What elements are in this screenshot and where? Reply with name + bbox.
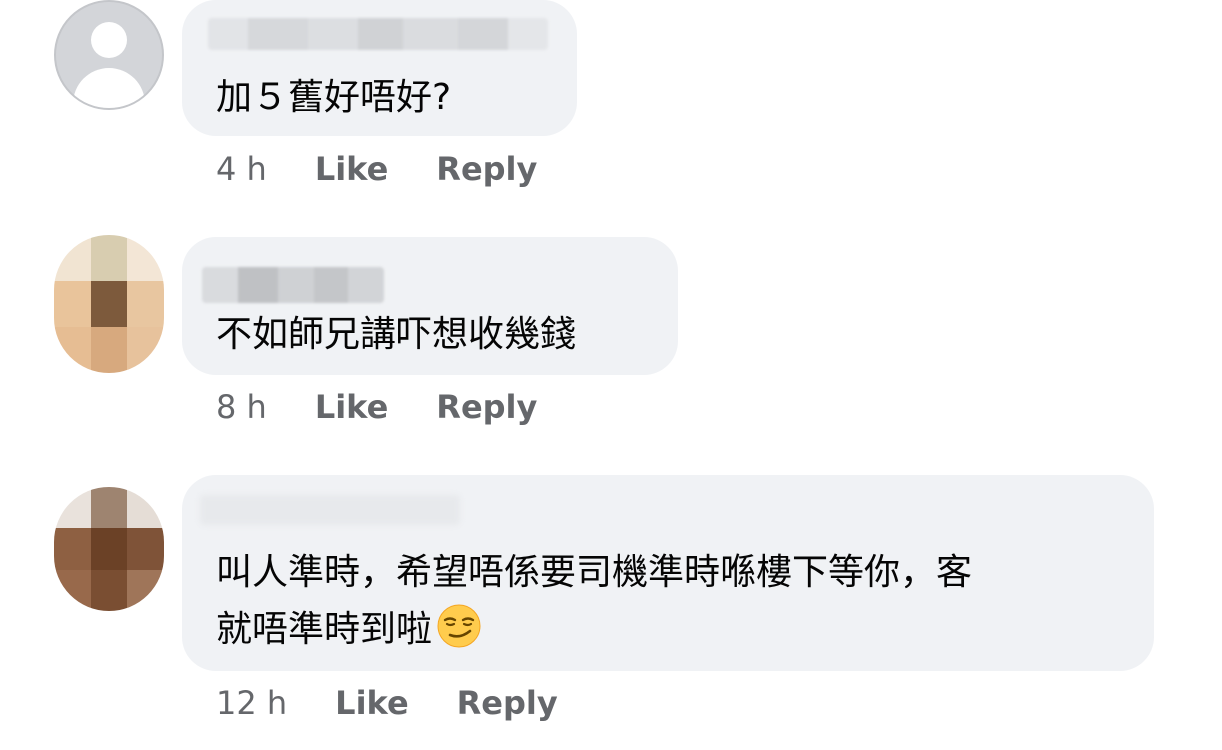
comment-text-line: 就唔準時到啦	[216, 603, 482, 656]
comment-actions: 12 h Like Reply	[216, 684, 606, 722]
like-button[interactable]: Like	[315, 388, 388, 426]
comment-actions: 4 h Like Reply	[216, 150, 585, 188]
comment-bubble: 加５舊好唔好?	[182, 0, 577, 136]
pixelated-avatar[interactable]	[54, 235, 164, 373]
avatar-mosaic	[54, 235, 164, 373]
pixelated-avatar[interactable]	[54, 487, 164, 611]
comment-timestamp[interactable]: 12 h	[216, 684, 287, 722]
commenter-name-redacted[interactable]	[208, 18, 548, 50]
smirking-face-emoji-icon	[437, 604, 481, 648]
avatar-head-shape	[91, 22, 127, 58]
comment-text: 不如師兄講吓想收幾錢	[216, 314, 577, 355]
reply-button[interactable]: Reply	[457, 684, 558, 722]
avatar-shoulders-shape	[73, 68, 145, 108]
comment-text-continuation: 就唔準時到啦	[216, 609, 433, 650]
reply-button[interactable]: Reply	[436, 388, 537, 426]
like-button[interactable]: Like	[335, 684, 408, 722]
like-button[interactable]: Like	[315, 150, 388, 188]
comment-timestamp[interactable]: 4 h	[216, 150, 267, 188]
reply-button[interactable]: Reply	[436, 150, 537, 188]
comment-bubble: 叫人準時，希望唔係要司機準時喺樓下等你，客 就唔準時到啦	[182, 475, 1154, 671]
comment-actions: 8 h Like Reply	[216, 388, 585, 426]
comment-text-line: 叫人準時，希望唔係要司機準時喺樓下等你，客	[216, 552, 973, 593]
comment-text: 加５舊好唔好?	[216, 77, 452, 118]
default-avatar[interactable]	[54, 0, 164, 110]
comment-bubble: 不如師兄講吓想收幾錢	[182, 237, 678, 375]
commenter-name-redacted[interactable]	[202, 267, 384, 303]
commenter-name-redacted[interactable]	[200, 495, 460, 525]
comment-timestamp[interactable]: 8 h	[216, 388, 267, 426]
avatar-mosaic	[54, 487, 164, 611]
